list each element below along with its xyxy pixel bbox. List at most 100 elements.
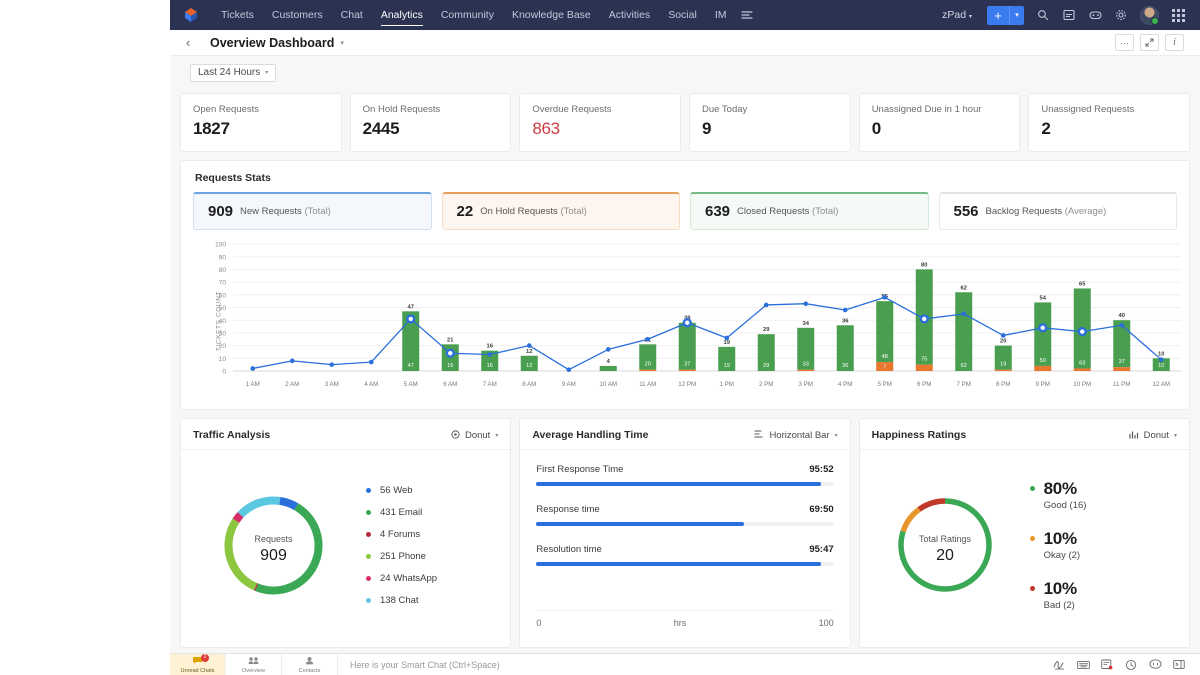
user-avatar[interactable]: [1140, 6, 1159, 25]
notes-dot-icon[interactable]: [1096, 654, 1118, 675]
aht-chart-type-selector[interactable]: Horizontal Bar ▾: [754, 430, 837, 441]
kpi-value: 1827: [193, 119, 329, 139]
svg-text:62: 62: [961, 285, 967, 291]
more-options-button[interactable]: ···: [1115, 34, 1134, 51]
aht-label: First Response Time: [536, 464, 623, 475]
apps-grid-icon[interactable]: [1166, 5, 1190, 25]
nav-item-analytics[interactable]: Analytics: [372, 0, 432, 30]
kpi-card-overdue-requests[interactable]: Overdue Requests 863: [519, 93, 681, 152]
kpi-value: 2: [1041, 119, 1177, 139]
gamepad-icon[interactable]: [1083, 5, 1107, 25]
happiness-chart-type-label: Donut: [1144, 430, 1169, 441]
happiness-chart-type-selector[interactable]: Donut ▾: [1129, 430, 1177, 441]
legend-item-phone[interactable]: 251 Phone: [366, 551, 437, 562]
happiness-sublabel: Good (16): [1044, 500, 1087, 511]
nav-item-customers[interactable]: Customers: [263, 0, 332, 30]
page-title-dropdown-caret-icon[interactable]: ▾: [340, 39, 344, 47]
nav-item-im[interactable]: IM: [706, 0, 736, 30]
notes-icon[interactable]: [1057, 5, 1081, 25]
legend-dot: [366, 598, 371, 603]
svg-text:1 PM: 1 PM: [720, 381, 734, 388]
aht-track: [536, 482, 833, 486]
svg-text:40: 40: [1119, 313, 1125, 319]
statusbar-tab-unread-chats[interactable]: 2 Unread Chats: [170, 654, 226, 675]
clock-icon[interactable]: [1120, 654, 1142, 675]
svg-text:7 PM: 7 PM: [957, 381, 971, 388]
chat-support-icon[interactable]: [1144, 654, 1166, 675]
kpi-card-due-today[interactable]: Due Today 9: [689, 93, 851, 152]
svg-text:16: 16: [487, 344, 494, 350]
stat-card-on-hold-requests[interactable]: 22 On Hold Requests (Total): [442, 192, 681, 230]
settings-gear-icon[interactable]: [1109, 5, 1133, 25]
add-dropdown-caret-icon[interactable]: ▾: [1009, 6, 1024, 25]
kpi-card-unassigned-due-in-1-hour[interactable]: Unassigned Due in 1 hour 0: [859, 93, 1021, 152]
nav-label: Knowledge Base: [512, 9, 591, 21]
nav-item-knowledge-base[interactable]: Knowledge Base: [503, 0, 600, 30]
traffic-chart-type-selector[interactable]: Donut ▾: [451, 430, 498, 441]
nav-item-tickets[interactable]: Tickets: [212, 0, 263, 30]
svg-text:1 AM: 1 AM: [246, 381, 260, 388]
stat-value: 909: [208, 203, 233, 220]
happiness-item-okay[interactable]: 10%Okay (2): [1030, 529, 1087, 561]
info-button[interactable]: i: [1165, 34, 1184, 51]
requests-stats-chart-svg[interactable]: 0102030405060708090100474721161616121242…: [181, 238, 1189, 403]
statusbar-right-actions: [1048, 654, 1200, 675]
statusbar-tab-label: Overview: [242, 668, 265, 674]
stat-card-new-requests[interactable]: 909 New Requests (Total): [193, 192, 432, 230]
stat-card-closed-requests[interactable]: 639 Closed Requests (Total): [690, 192, 929, 230]
stat-label-text: Backlog Requests: [986, 206, 1063, 217]
kpi-card-on-hold-requests[interactable]: On Hold Requests 2445: [350, 93, 512, 152]
add-new-button-group[interactable]: + ▾: [987, 6, 1024, 25]
svg-text:10: 10: [1158, 351, 1164, 357]
statusbar-tab-overview[interactable]: Overview: [226, 654, 282, 675]
svg-text:12: 12: [526, 349, 532, 355]
nav-item-social[interactable]: Social: [659, 0, 706, 30]
zoho-desk-logo-icon[interactable]: [176, 0, 206, 30]
traffic-donut-chart[interactable]: Requests909: [216, 488, 331, 603]
smart-chat-input[interactable]: Here is your Smart Chat (Ctrl+Space): [338, 660, 1048, 670]
collapse-panel-icon[interactable]: [1168, 654, 1190, 675]
legend-label: 24 WhatsApp: [380, 573, 437, 584]
aht-title: Average Handling Time: [532, 429, 648, 441]
svg-text:11 AM: 11 AM: [639, 381, 656, 388]
horizontal-bar-icon: [754, 430, 764, 441]
back-button[interactable]: ‹: [186, 35, 202, 50]
svg-text:20: 20: [936, 547, 954, 564]
nav-item-chat[interactable]: Chat: [332, 0, 372, 30]
expand-button[interactable]: [1140, 34, 1159, 51]
kpi-card-open-requests[interactable]: Open Requests 1827: [180, 93, 342, 152]
date-range-filter[interactable]: Last 24 Hours ▾: [190, 64, 276, 82]
add-button[interactable]: +: [987, 6, 1009, 25]
stat-card-backlog-requests[interactable]: 556 Backlog Requests (Average): [939, 192, 1178, 230]
happiness-donut-chart[interactable]: Total Ratings20: [890, 490, 1000, 600]
nav-item-community[interactable]: Community: [432, 0, 503, 30]
legend-item-chat[interactable]: 138 Chat: [366, 595, 437, 606]
keyboard-icon[interactable]: [1072, 654, 1094, 675]
statusbar-tab-label: Contacts: [299, 668, 321, 674]
svg-text:9 AM: 9 AM: [562, 381, 576, 388]
legend-item-web[interactable]: 56 Web: [366, 485, 437, 496]
svg-text:48: 48: [882, 354, 888, 360]
legend-item-email[interactable]: 431 Email: [366, 507, 437, 518]
happiness-percent: 80%: [1044, 479, 1077, 498]
requests-stats-cards: 909 New Requests (Total) 22 On Hold Requ…: [181, 192, 1189, 230]
legend-item-forums[interactable]: 4 Forums: [366, 529, 437, 540]
contacts-icon: [304, 656, 315, 667]
kpi-card-unassigned-requests[interactable]: Unassigned Requests 2: [1028, 93, 1190, 152]
signature-icon[interactable]: [1048, 654, 1070, 675]
aht-row-resolution-time: Resolution time 95:47: [536, 544, 833, 566]
org-switcher[interactable]: zPad ▾: [934, 9, 980, 21]
svg-text:29: 29: [763, 327, 770, 333]
legend-item-whatsapp[interactable]: 24 WhatsApp: [366, 573, 437, 584]
svg-text:19: 19: [1000, 362, 1006, 368]
page-title: Overview Dashboard: [210, 36, 334, 50]
happiness-item-good[interactable]: 80% Good (16): [1030, 479, 1087, 511]
stat-label-text: Closed Requests: [737, 206, 809, 217]
aht-value: 95:47: [809, 544, 833, 555]
search-icon[interactable]: [1031, 5, 1055, 25]
statusbar-tab-contacts[interactable]: Contacts: [282, 654, 338, 675]
happiness-item-bad[interactable]: 10%Bad (2): [1030, 579, 1087, 611]
hamburger-menu-icon[interactable]: [735, 5, 759, 25]
nav-item-activities[interactable]: Activities: [600, 0, 659, 30]
left-rail: [0, 0, 170, 675]
